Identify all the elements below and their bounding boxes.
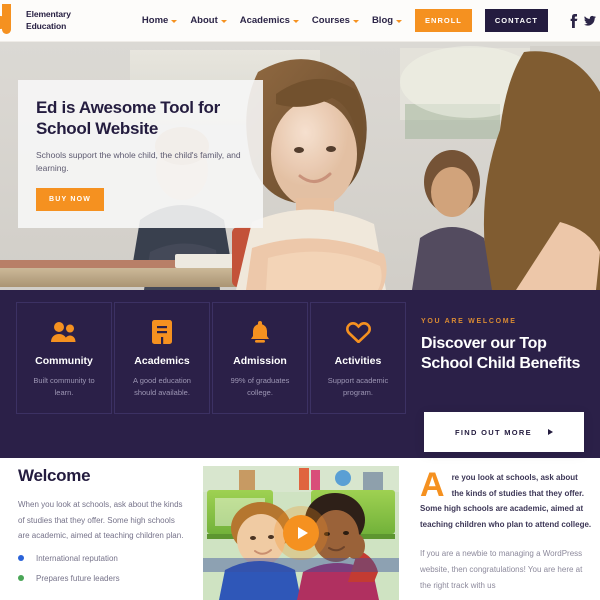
nav-label-academics: Academics [239,15,290,26]
drop-cap: A [420,466,445,504]
nav-item-home[interactable]: Home [141,15,178,26]
feature-cards: Community Built community to learn. Acad… [16,302,406,414]
welcome-bullet-list: International reputation Prepares future… [18,554,188,583]
main-navigation: Home About Academics Courses Blog ENROLL… [142,9,600,32]
benefits-title: Discover our Top School Child Benefits [421,335,581,373]
site-header: Elementary Education Home About Academic… [0,0,600,42]
lead-text: re you look at schools, ask about the ki… [420,473,592,529]
chevron-down-icon [220,20,227,23]
feature-title: Academics [134,355,190,367]
bell-icon [249,319,271,345]
feature-desc: Built community to learn. [33,376,95,397]
heart-icon [345,319,371,345]
people-icon [51,319,77,345]
benefits-eyebrow: YOU ARE WELCOME [421,318,517,325]
graduation-j-logo-icon [0,2,22,40]
hero-text-card: Ed is Awesome Tool for School Website Sc… [18,80,263,228]
feature-card-community[interactable]: Community Built community to learn. [16,302,112,414]
benefits-text: YOU ARE WELCOME Discover our Top School … [421,318,596,374]
welcome-paragraph: When you look at schools, ask about the … [18,500,184,541]
video-progress-strip [203,558,399,572]
feature-desc: Support academic program. [327,376,389,397]
chevron-down-icon [171,20,178,23]
feature-title: Admission [233,355,287,367]
lead-paragraph: Are you look at schools, ask about the k… [420,466,592,532]
site-logo[interactable]: Elementary Education [0,2,142,40]
chevron-down-icon [396,20,403,23]
list-item: International reputation [18,554,188,563]
nav-item-blog[interactable]: Blog [371,15,403,26]
arrow-right-icon [547,429,553,435]
enroll-button[interactable]: ENROLL [415,9,472,32]
social-links [569,13,596,28]
feature-title: Community [35,355,93,367]
bullet-dot-icon [18,555,24,562]
bullet-label: Prepares future leaders [36,573,120,583]
nav-item-courses[interactable]: Courses [312,15,359,26]
hero-title: Ed is Awesome Tool for School Website [36,98,220,138]
list-item: Prepares future leaders [18,574,188,583]
welcome-section: Welcome When you look at schools, ask ab… [18,466,188,594]
feature-card-admission[interactable]: Admission 99% of graduates college. [212,302,308,414]
logo-line-2: Education [26,20,67,31]
feature-desc: A good education should available. [133,376,191,397]
nav-item-academics[interactable]: Academics [240,15,299,26]
right-text-column: Are you look at schools, ask about the k… [420,466,592,593]
logo-text: Elementary Education [26,9,71,32]
body-paragraph: If you are a newbie to managing a WordPr… [420,549,583,590]
play-icon[interactable] [283,515,319,551]
feature-desc: 99% of graduates college. [230,376,290,397]
twitter-icon[interactable] [584,14,596,28]
feature-card-academics[interactable]: Academics A good education should availa… [114,302,210,414]
book-icon [152,319,172,345]
hero-section: Ed is Awesome Tool for School Website Sc… [0,42,600,290]
facebook-icon[interactable] [569,13,578,28]
bullet-label: International reputation [36,553,118,563]
logo-line-1: Elementary [26,9,71,20]
video-thumbnail[interactable] [203,466,399,600]
buy-now-button[interactable]: BUY NOW [36,188,105,212]
contact-button[interactable]: CONTACT [484,9,548,32]
feature-card-activities[interactable]: Activities Support academic program. [310,302,406,414]
welcome-heading: Welcome [18,466,91,485]
find-out-more-button[interactable]: FIND OUT MORE [424,412,584,452]
nav-label-about: About [190,15,218,26]
nav-label-blog: Blog [371,15,394,26]
bullet-dot-icon [18,575,24,582]
nav-item-about[interactable]: About [190,15,227,26]
nav-label-courses: Courses [311,15,350,26]
nav-label-home: Home [141,15,169,26]
feature-title: Activities [334,355,382,367]
page-root: Elementary Education Home About Academic… [0,0,600,600]
chevron-down-icon [292,20,299,23]
chevron-down-icon [352,20,359,23]
hero-subtitle: Schools support the whole child, the chi… [36,149,241,173]
find-out-more-label: FIND OUT MORE [455,427,532,437]
